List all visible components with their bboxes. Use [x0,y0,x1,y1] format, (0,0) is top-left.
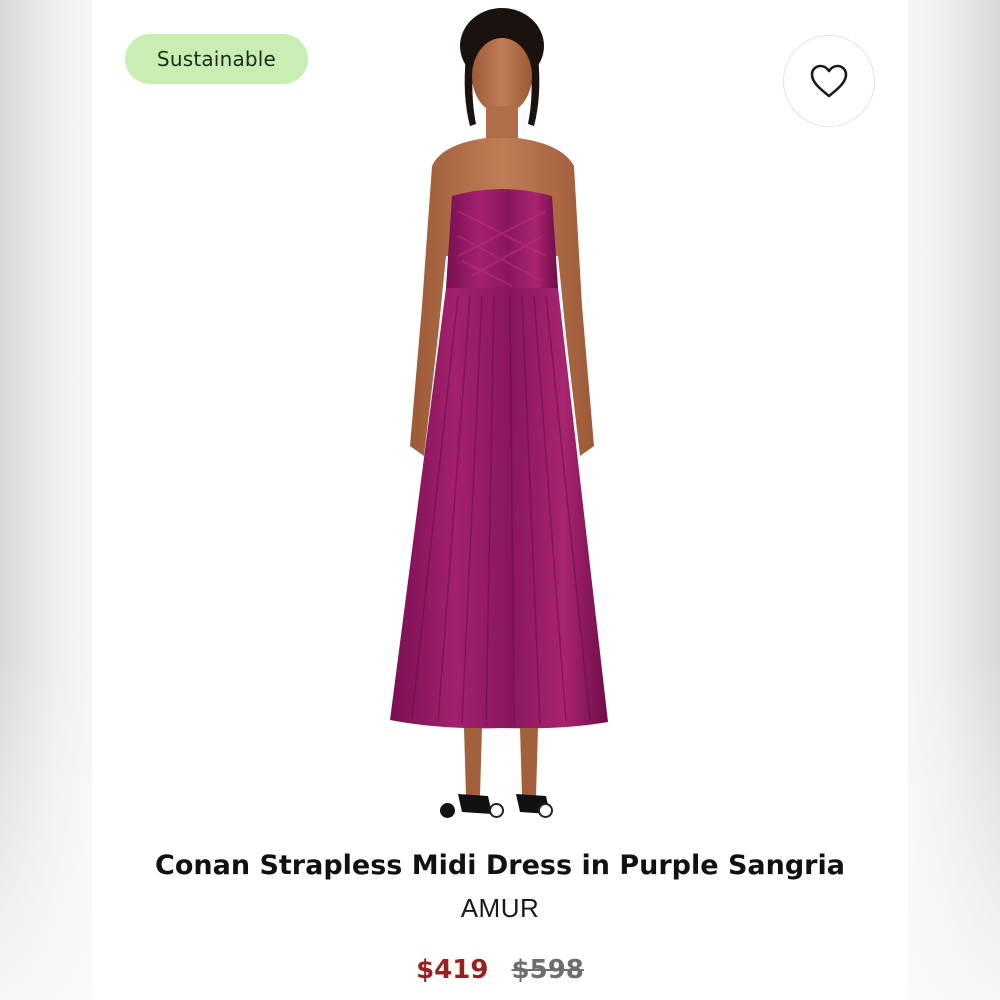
heart-outline-icon [810,64,848,98]
favorite-button[interactable] [783,35,875,127]
product-title[interactable]: Conan Strapless Midi Dress in Purple San… [92,850,908,881]
original-price: $598 [511,955,584,985]
product-card: Sustainable Conan Strapless Midi Dress i… [92,0,908,1000]
badge-label: Sustainable [156,47,277,71]
sale-price: $419 [416,955,489,985]
price-row: $419 $598 [92,955,908,985]
product-brand[interactable]: AMUR [92,893,908,924]
image-carousel-indicator [440,803,553,818]
sustainable-badge: Sustainable [125,34,308,84]
carousel-dot-1[interactable] [440,803,455,818]
right-backdrop [908,0,1000,1000]
left-backdrop [0,0,92,1000]
product-image[interactable] [362,6,642,836]
carousel-dot-2[interactable] [489,803,504,818]
carousel-dot-3[interactable] [538,803,553,818]
